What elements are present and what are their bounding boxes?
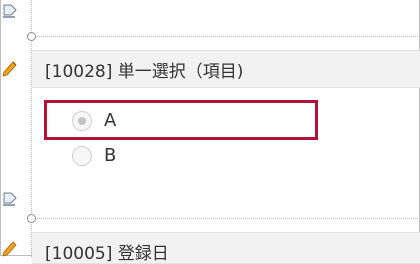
drop-zone-handle[interactable] xyxy=(27,32,36,41)
drop-zone-line xyxy=(31,218,420,219)
radio-option-label: B xyxy=(104,145,117,166)
radio-button[interactable] xyxy=(72,146,92,166)
question-header[interactable]: [10028] 単一選択（項目) xyxy=(32,50,420,88)
drop-zone-handle[interactable] xyxy=(27,214,36,223)
question-header[interactable]: [10005] 登録日 xyxy=(32,232,420,264)
drop-zone-line xyxy=(31,36,420,37)
highlight-annotation xyxy=(44,100,318,140)
pencil-icon[interactable] xyxy=(0,237,24,257)
drop-indicator-icon[interactable] xyxy=(0,190,24,210)
question-title: [10028] 単一選択（項目) xyxy=(45,62,244,82)
pencil-icon[interactable] xyxy=(0,57,24,77)
drop-indicator-icon[interactable] xyxy=(0,2,24,22)
question-title: [10005] 登録日 xyxy=(45,244,169,264)
